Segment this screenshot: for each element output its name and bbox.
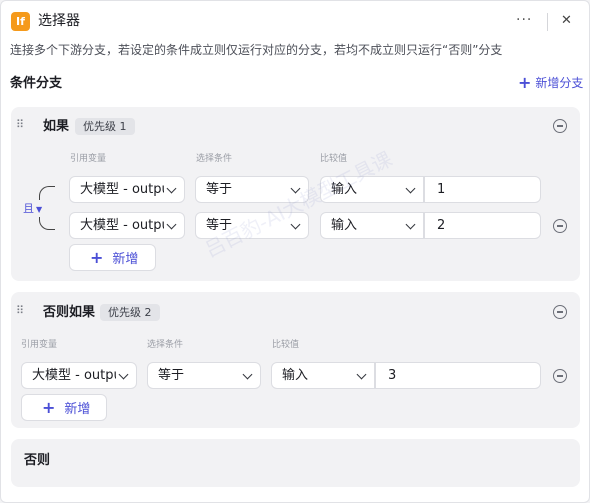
chevron-down-icon — [166, 183, 177, 194]
value-type-select[interactable]: 输入 — [320, 176, 424, 203]
logic-bracket-top — [39, 186, 55, 200]
column-label-ref-var: 引用变量 — [70, 154, 107, 164]
panel-header: If 选择器 ··· ✕ — [1, 1, 589, 41]
chevron-down-icon — [118, 369, 129, 380]
compare-value-input[interactable]: 1 — [424, 176, 541, 203]
variable-select[interactable]: 大模型 - output — [69, 176, 185, 203]
operator-select[interactable]: 等于 — [195, 212, 309, 239]
value-type-select[interactable]: 输入 — [271, 362, 375, 389]
priority-badge: 优先级 1 — [75, 118, 135, 135]
header-divider — [547, 13, 548, 31]
logic-label: 且 — [23, 202, 34, 215]
chevron-down-icon — [166, 219, 177, 230]
drag-handle-icon[interactable]: ⠿ — [16, 305, 26, 316]
section-title: 条件分支 — [10, 76, 63, 91]
add-branch-button[interactable]: + 新增分支 — [518, 75, 583, 91]
remove-branch-icon[interactable] — [553, 119, 567, 133]
operator-select[interactable]: 等于 — [147, 362, 261, 389]
variable-select-value: 大模型 - output — [80, 218, 164, 233]
panel-title: 选择器 — [38, 13, 80, 29]
plus-icon: + — [518, 73, 532, 92]
else-branch-label: 否则 — [24, 453, 51, 468]
add-condition-label: 新增 — [112, 252, 139, 267]
compare-value-input[interactable]: 3 — [375, 362, 541, 389]
column-label-condition: 选择条件 — [196, 154, 233, 164]
column-label-condition: 选择条件 — [147, 340, 184, 350]
add-condition-label: 新增 — [64, 402, 91, 417]
compare-value-input[interactable]: 2 — [424, 212, 541, 239]
add-branch-label: 新增分支 — [535, 76, 584, 90]
value-type-select[interactable]: 输入 — [320, 212, 424, 239]
branch-card-else — [11, 439, 580, 487]
remove-branch-icon[interactable] — [553, 305, 567, 319]
variable-select[interactable]: 大模型 - output — [21, 362, 137, 389]
drag-handle-icon[interactable]: ⠿ — [16, 119, 26, 130]
node-description: 连接多个下游分支，若设定的条件成立则仅运行对应的分支，若均不成立则只运行“否则”… — [10, 43, 503, 57]
operator-select[interactable]: 等于 — [195, 176, 309, 203]
priority-badge: 优先级 2 — [100, 304, 160, 321]
caret-down-icon: ▼ — [36, 205, 43, 214]
plus-icon: + — [90, 248, 104, 267]
selector-node-panel: If 选择器 ··· ✕ 连接多个下游分支，若设定的条件成立则仅运行对应的分支，… — [0, 0, 590, 503]
column-label-ref-var: 引用变量 — [21, 340, 58, 350]
column-label-compare: 比较值 — [272, 340, 300, 350]
remove-condition-icon[interactable] — [553, 219, 567, 233]
logic-toggle[interactable]: 且 ▼ — [23, 202, 45, 217]
close-button[interactable]: ✕ — [561, 11, 572, 31]
column-label-compare: 比较值 — [320, 154, 348, 164]
more-options-button[interactable]: ··· — [516, 12, 532, 28]
variable-select-value: 大模型 - output — [80, 182, 164, 197]
plus-icon: + — [42, 398, 56, 417]
branch-label: 如果 — [43, 119, 70, 134]
branch-label: 否则如果 — [43, 305, 96, 320]
variable-select[interactable]: 大模型 - output — [69, 212, 185, 239]
variable-select-value: 大模型 - output — [32, 368, 116, 383]
if-node-icon: If — [11, 12, 30, 31]
add-condition-button[interactable]: + 新增 — [69, 244, 156, 271]
add-condition-button[interactable]: + 新增 — [21, 394, 107, 421]
remove-condition-icon[interactable] — [553, 369, 567, 383]
